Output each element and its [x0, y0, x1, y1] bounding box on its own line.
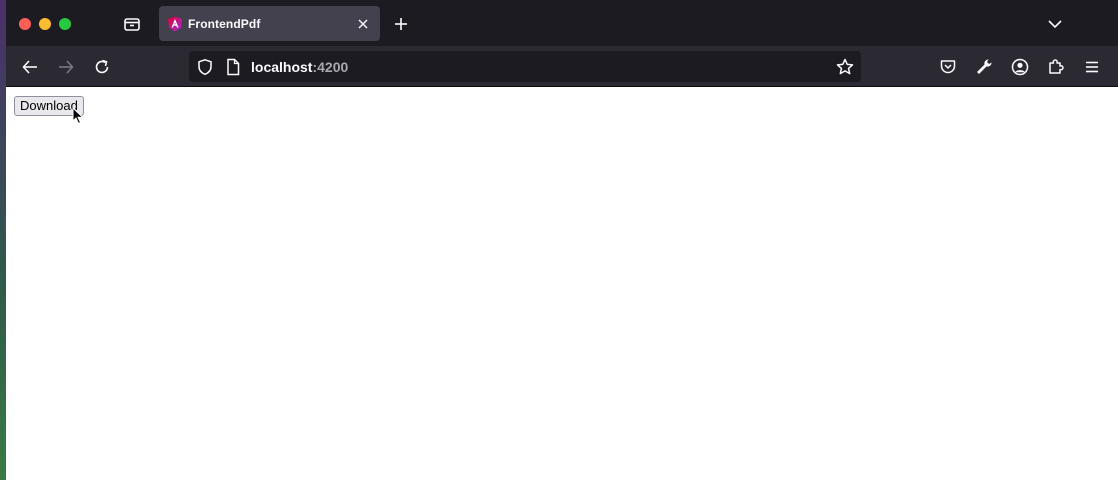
window-minimize-button[interactable] [39, 18, 51, 30]
reload-icon[interactable] [92, 57, 112, 77]
pocket-icon[interactable] [938, 57, 958, 77]
shield-icon[interactable] [196, 58, 214, 76]
tab-overview-icon[interactable] [122, 14, 142, 34]
tab-title: FrontendPdf [188, 17, 261, 31]
url-host: localhost [251, 59, 313, 75]
window-close-button[interactable] [19, 18, 31, 30]
close-icon[interactable] [355, 16, 371, 32]
url-bar[interactable]: localhost:4200 [189, 51, 861, 82]
account-icon[interactable] [1010, 57, 1030, 77]
puzzle-icon[interactable] [1046, 57, 1066, 77]
window-maximize-button[interactable] [59, 18, 71, 30]
tab-strip: FrontendPdf [6, 0, 1118, 46]
back-arrow-icon[interactable] [20, 57, 40, 77]
browser-window: FrontendPdf localhost:4200 Download [6, 0, 1118, 480]
tab-frontendpdf[interactable]: FrontendPdf [159, 6, 380, 41]
url-text: localhost:4200 [251, 59, 348, 75]
star-icon[interactable] [835, 57, 855, 77]
hamburger-menu-icon[interactable] [1082, 57, 1102, 77]
navigation-toolbar: localhost:4200 [6, 46, 1118, 87]
page-icon[interactable] [225, 58, 241, 76]
wrench-icon[interactable] [974, 57, 994, 77]
plus-icon[interactable] [392, 15, 410, 33]
forward-arrow-icon[interactable] [56, 57, 76, 77]
mouse-cursor-icon [72, 107, 84, 125]
angular-favicon [167, 16, 183, 32]
page-content: Download [6, 87, 1118, 480]
chevron-down-icon[interactable] [1046, 15, 1064, 33]
url-port: :4200 [312, 59, 349, 75]
